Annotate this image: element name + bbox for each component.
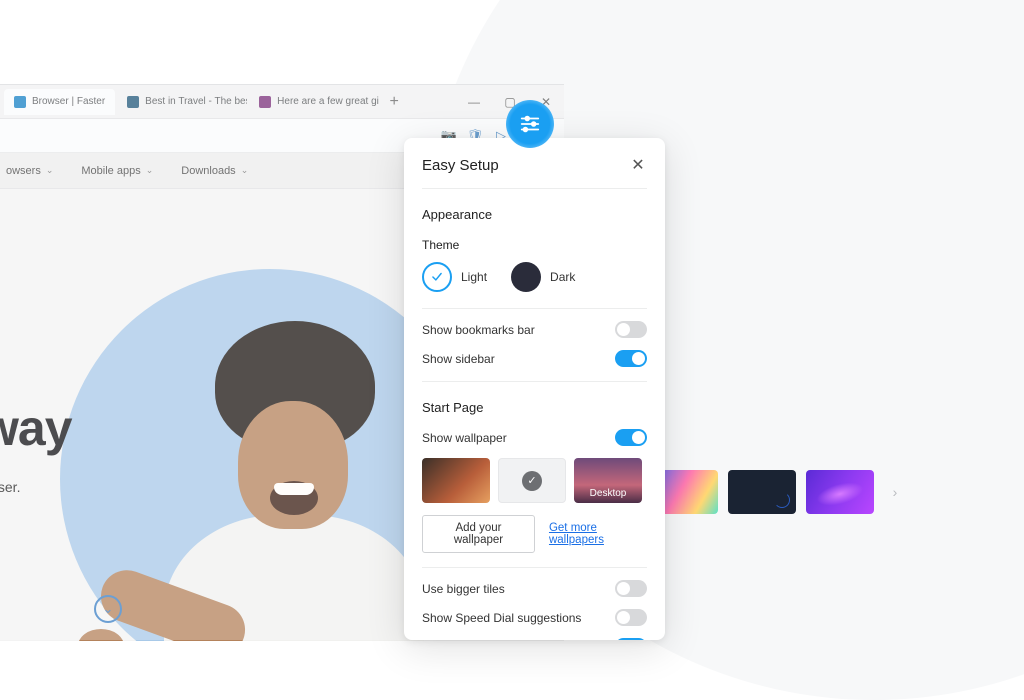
- row-label: Show bookmarks bar: [422, 323, 535, 337]
- add-wallpaper-button[interactable]: Add your wallpaper: [422, 515, 535, 553]
- wallpaper-actions: Add your wallpaper Get more wallpapers: [422, 515, 647, 568]
- minimize-button[interactable]: —: [456, 85, 492, 119]
- get-more-wallpapers-link[interactable]: Get more wallpapers: [549, 522, 647, 546]
- nav-label: Mobile apps: [81, 165, 140, 177]
- row-show-bookmarks: Show bookmarks bar: [422, 321, 647, 338]
- tab[interactable]: Best in Travel - The best plac: [117, 89, 247, 115]
- nav-label: Downloads: [181, 165, 235, 177]
- row-label: Show sidebar: [422, 352, 495, 366]
- theme-label: Theme: [422, 238, 647, 252]
- check-icon: [430, 270, 444, 284]
- favicon-icon: [259, 96, 271, 108]
- toggle-bigger-tiles[interactable]: [615, 580, 647, 597]
- row-show-wallpaper: Show wallpaper: [422, 429, 647, 446]
- panel-header: Easy Setup ✕: [422, 156, 647, 189]
- tab-label: Browser | Faster: [32, 96, 105, 107]
- divider: [422, 381, 647, 382]
- nav-label: owsers: [6, 165, 41, 177]
- favicon-icon: [14, 96, 26, 108]
- row-show-sidebar: Show sidebar: [422, 350, 647, 367]
- chevron-down-icon: ⌄: [46, 165, 54, 176]
- easy-setup-panel: Easy Setup ✕ Appearance Theme Light Dark…: [404, 138, 665, 640]
- toggle-show-wallpaper[interactable]: [615, 429, 647, 446]
- row-speed-dial: Show Speed Dial suggestions: [422, 609, 647, 626]
- hero-title: way: [0, 399, 72, 457]
- chevron-down-icon: ⌄: [146, 165, 154, 176]
- new-tab-button[interactable]: +: [381, 89, 407, 115]
- wallpaper-row-extended: ›: [650, 470, 906, 514]
- tab-strip: Browser | Faster Best in Travel - The be…: [0, 85, 564, 119]
- theme-option-light[interactable]: Light: [422, 262, 487, 292]
- wallpaper-thumb[interactable]: [422, 458, 490, 503]
- wallpaper-thumb-selected[interactable]: ✓: [498, 458, 566, 503]
- chevron-right-icon[interactable]: ›: [884, 481, 906, 503]
- theme-option-dark[interactable]: Dark: [511, 262, 575, 292]
- tab[interactable]: Here are a few great gifts: [249, 89, 379, 115]
- wallpaper-thumb[interactable]: [728, 470, 796, 514]
- tab-label: Best in Travel - The best plac: [145, 96, 247, 107]
- nav-browsers[interactable]: owsers ⌄: [6, 165, 53, 177]
- toggle-show-bookmarks[interactable]: [615, 321, 647, 338]
- section-appearance: Appearance: [422, 207, 647, 222]
- tab[interactable]: Browser | Faster: [4, 89, 115, 115]
- nav-mobile[interactable]: Mobile apps ⌄: [81, 165, 153, 177]
- row-label: Use bigger tiles: [422, 582, 505, 596]
- close-icon[interactable]: ✕: [629, 156, 647, 174]
- hero-subtitle: owser.: [0, 479, 20, 495]
- wallpaper-label: Desktop: [574, 458, 642, 503]
- toggle-show-sidebar[interactable]: [615, 350, 647, 367]
- panel-title: Easy Setup: [422, 157, 499, 174]
- easy-setup-trigger-button[interactable]: [506, 100, 554, 148]
- row-label: Show Speed Dial suggestions: [422, 611, 581, 625]
- hero-person-illustration: [120, 329, 450, 641]
- theme-dark-label: Dark: [550, 270, 575, 284]
- theme-dark-swatch: [511, 262, 541, 292]
- theme-light-label: Light: [461, 270, 487, 284]
- nav-downloads[interactable]: Downloads ⌄: [181, 165, 248, 177]
- wallpaper-thumb[interactable]: [806, 470, 874, 514]
- row-bigger-tiles: Use bigger tiles: [422, 580, 647, 597]
- favicon-icon: [127, 96, 139, 108]
- tab-label: Here are a few great gifts: [277, 96, 379, 107]
- wallpaper-row: ✓ Desktop: [422, 458, 647, 503]
- theme-selector: Light Dark: [422, 262, 647, 309]
- wallpaper-thumb-desktop[interactable]: Desktop: [574, 458, 642, 503]
- chevron-down-icon: ⌄: [241, 165, 249, 176]
- toggle-speed-dial[interactable]: [615, 609, 647, 626]
- check-icon: ✓: [522, 471, 542, 491]
- carousel-down-button[interactable]: ⌄: [94, 595, 122, 623]
- theme-light-swatch: [422, 262, 452, 292]
- row-label: Show wallpaper: [422, 431, 507, 445]
- section-start-page: Start Page: [422, 400, 647, 415]
- sliders-icon: [519, 113, 541, 135]
